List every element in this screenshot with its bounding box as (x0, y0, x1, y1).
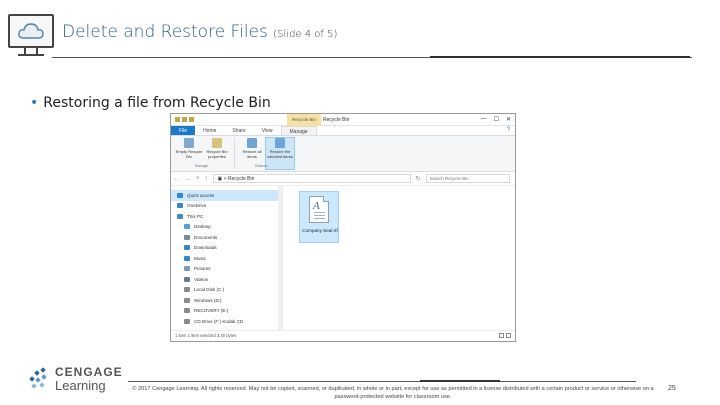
nav-item-music[interactable]: Music (171, 253, 282, 264)
pc-icon (177, 213, 183, 219)
bullet-point: • Restoring a file from Recycle Bin (30, 95, 271, 111)
copyright-notice: © 2017 Cengage Learning. All rights rese… (132, 386, 654, 400)
nav-item-recovery-e[interactable]: RECOVERY (E:) (171, 306, 282, 317)
nav-item-local-disk-c[interactable]: Local Disk (C:) (171, 285, 282, 296)
cd-drive-icon (184, 318, 190, 324)
details-view-icon[interactable] (499, 333, 504, 338)
nav-item-onedrive[interactable]: OneDrive (171, 201, 282, 212)
tab-home[interactable]: Home (195, 126, 224, 135)
address-bar-row: ← → ˅ ↑ ▣ > Recycle Bin ↻ Search Recycle… (171, 172, 515, 186)
music-icon (184, 255, 190, 261)
file-list: A Company Seal.rtf (283, 186, 515, 330)
ribbon-group-restore: Restore (255, 164, 268, 168)
tab-share[interactable]: Share (224, 126, 253, 135)
address-bar[interactable]: ▣ > Recycle Bin (212, 174, 411, 183)
navigation-pane: Quick access OneDrive This PC Desktop Do… (171, 186, 283, 330)
up-icon[interactable]: ↑ (205, 176, 208, 182)
page-number: 25 (668, 385, 676, 392)
restore-selected-icon (275, 138, 285, 148)
ribbon: Empty Recycle Bin Recycle Bin properties… (171, 136, 515, 172)
disk-icon (184, 297, 190, 303)
nav-item-pictures[interactable]: Pictures (171, 264, 282, 275)
help-icon[interactable]: ? (507, 127, 510, 133)
nav-scrollbar[interactable] (278, 186, 282, 330)
close-icon[interactable]: ✕ (506, 116, 511, 123)
window-title: Recycle Bin (323, 117, 350, 123)
monitor-icon (8, 14, 54, 48)
title-bar: Recycle Bin Tools Recycle Bin — ☐ ✕ (171, 114, 515, 134)
nav-item-downloads[interactable]: Downloads (171, 243, 282, 254)
explorer-window: Recycle Bin Tools Recycle Bin — ☐ ✕ File… (170, 113, 516, 342)
minimize-icon[interactable]: — (481, 116, 487, 123)
restore-selected-button[interactable]: Restore the selected items (265, 137, 295, 170)
tab-view[interactable]: View (254, 126, 281, 135)
divider (430, 56, 690, 58)
status-bar: 1 item 1 item selected 3.40 bytes (171, 330, 515, 340)
pictures-icon (184, 266, 190, 272)
desktop-icon (184, 224, 190, 230)
quick-access-toolbar[interactable] (175, 117, 194, 122)
nav-item-this-pc[interactable]: This PC (171, 211, 282, 222)
file-label: Company Seal.rtf (302, 228, 338, 233)
refresh-icon[interactable]: ↻ (416, 175, 421, 182)
star-icon (177, 192, 183, 198)
disk-icon (184, 287, 190, 293)
file-item-selected[interactable]: A Company Seal.rtf (299, 191, 339, 243)
chevron-down-icon[interactable]: ˅ (196, 176, 200, 182)
ribbon-group-manage: Manage (195, 164, 208, 168)
brand-line-2: Learning (55, 378, 106, 393)
maximize-icon[interactable]: ☐ (494, 116, 499, 123)
context-tab-header: Recycle Bin Tools (287, 114, 321, 134)
cengage-logo: CENGAGE Learning (28, 366, 123, 392)
slide-title: Delete and Restore Files (Slide 4 of 5) (62, 22, 338, 42)
tab-manage[interactable]: Manage (280, 126, 317, 135)
ribbon-tabs: File Home Share View Manage ? (171, 126, 515, 136)
videos-icon (184, 276, 190, 282)
nav-item-desktop[interactable]: Desktop (171, 222, 282, 233)
nav-item-cd-drive-f[interactable]: CD Drive (F:) Kodak CD (171, 316, 282, 327)
slide-subtitle: (Slide 4 of 5) (273, 29, 338, 40)
nav-item-documents[interactable]: Documents (171, 232, 282, 243)
status-text: 1 item 1 item selected 3.40 bytes (175, 333, 237, 338)
nav-item-videos[interactable]: Videos (171, 274, 282, 285)
recycle-bin-properties-icon (212, 138, 222, 148)
cengage-mark-icon (28, 367, 52, 391)
tab-file[interactable]: File (171, 126, 196, 135)
document-icon: A (309, 196, 329, 223)
divider (420, 380, 500, 382)
cloud-icon (177, 203, 183, 209)
restore-all-icon (247, 138, 257, 148)
search-input[interactable]: Search Recycle Bin (425, 174, 510, 183)
nav-item-windows-d[interactable]: Windows (D:) (171, 295, 282, 306)
documents-icon (184, 234, 190, 240)
disk-icon (184, 308, 190, 314)
empty-recycle-bin-icon (184, 138, 194, 148)
nav-item-quick-access[interactable]: Quick access (171, 190, 282, 201)
forward-icon[interactable]: → (185, 176, 191, 182)
back-icon[interactable]: ← (174, 176, 180, 182)
large-icons-view-icon[interactable] (506, 333, 511, 338)
divider (128, 381, 636, 382)
downloads-icon (184, 245, 190, 251)
